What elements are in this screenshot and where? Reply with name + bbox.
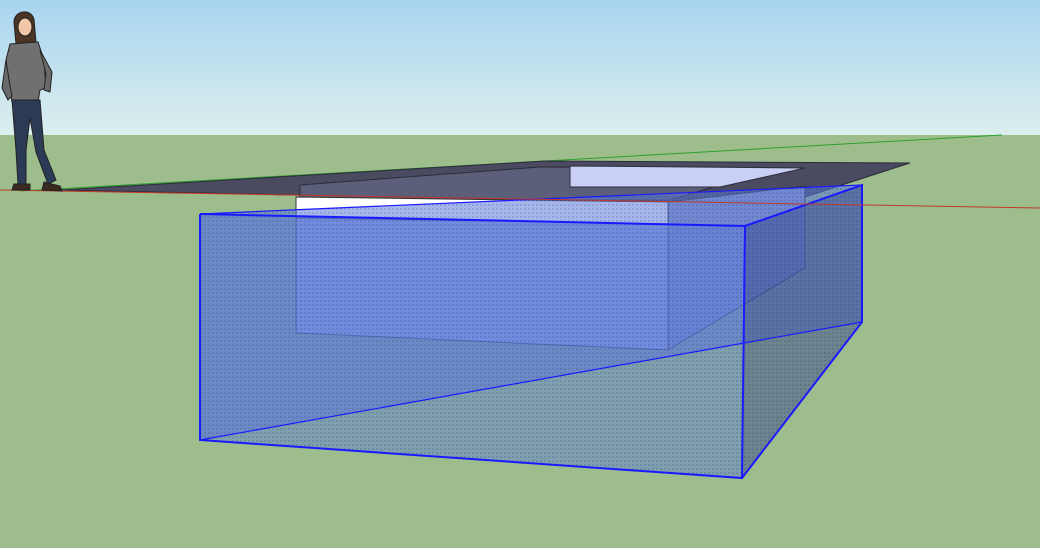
scene-canvas[interactable] [0,0,1040,548]
selection-stipple [200,185,862,478]
sky [0,0,1040,136]
person-shoe-left [11,183,31,191]
person-face [17,17,33,37]
modeling-viewport[interactable] [0,0,1040,548]
